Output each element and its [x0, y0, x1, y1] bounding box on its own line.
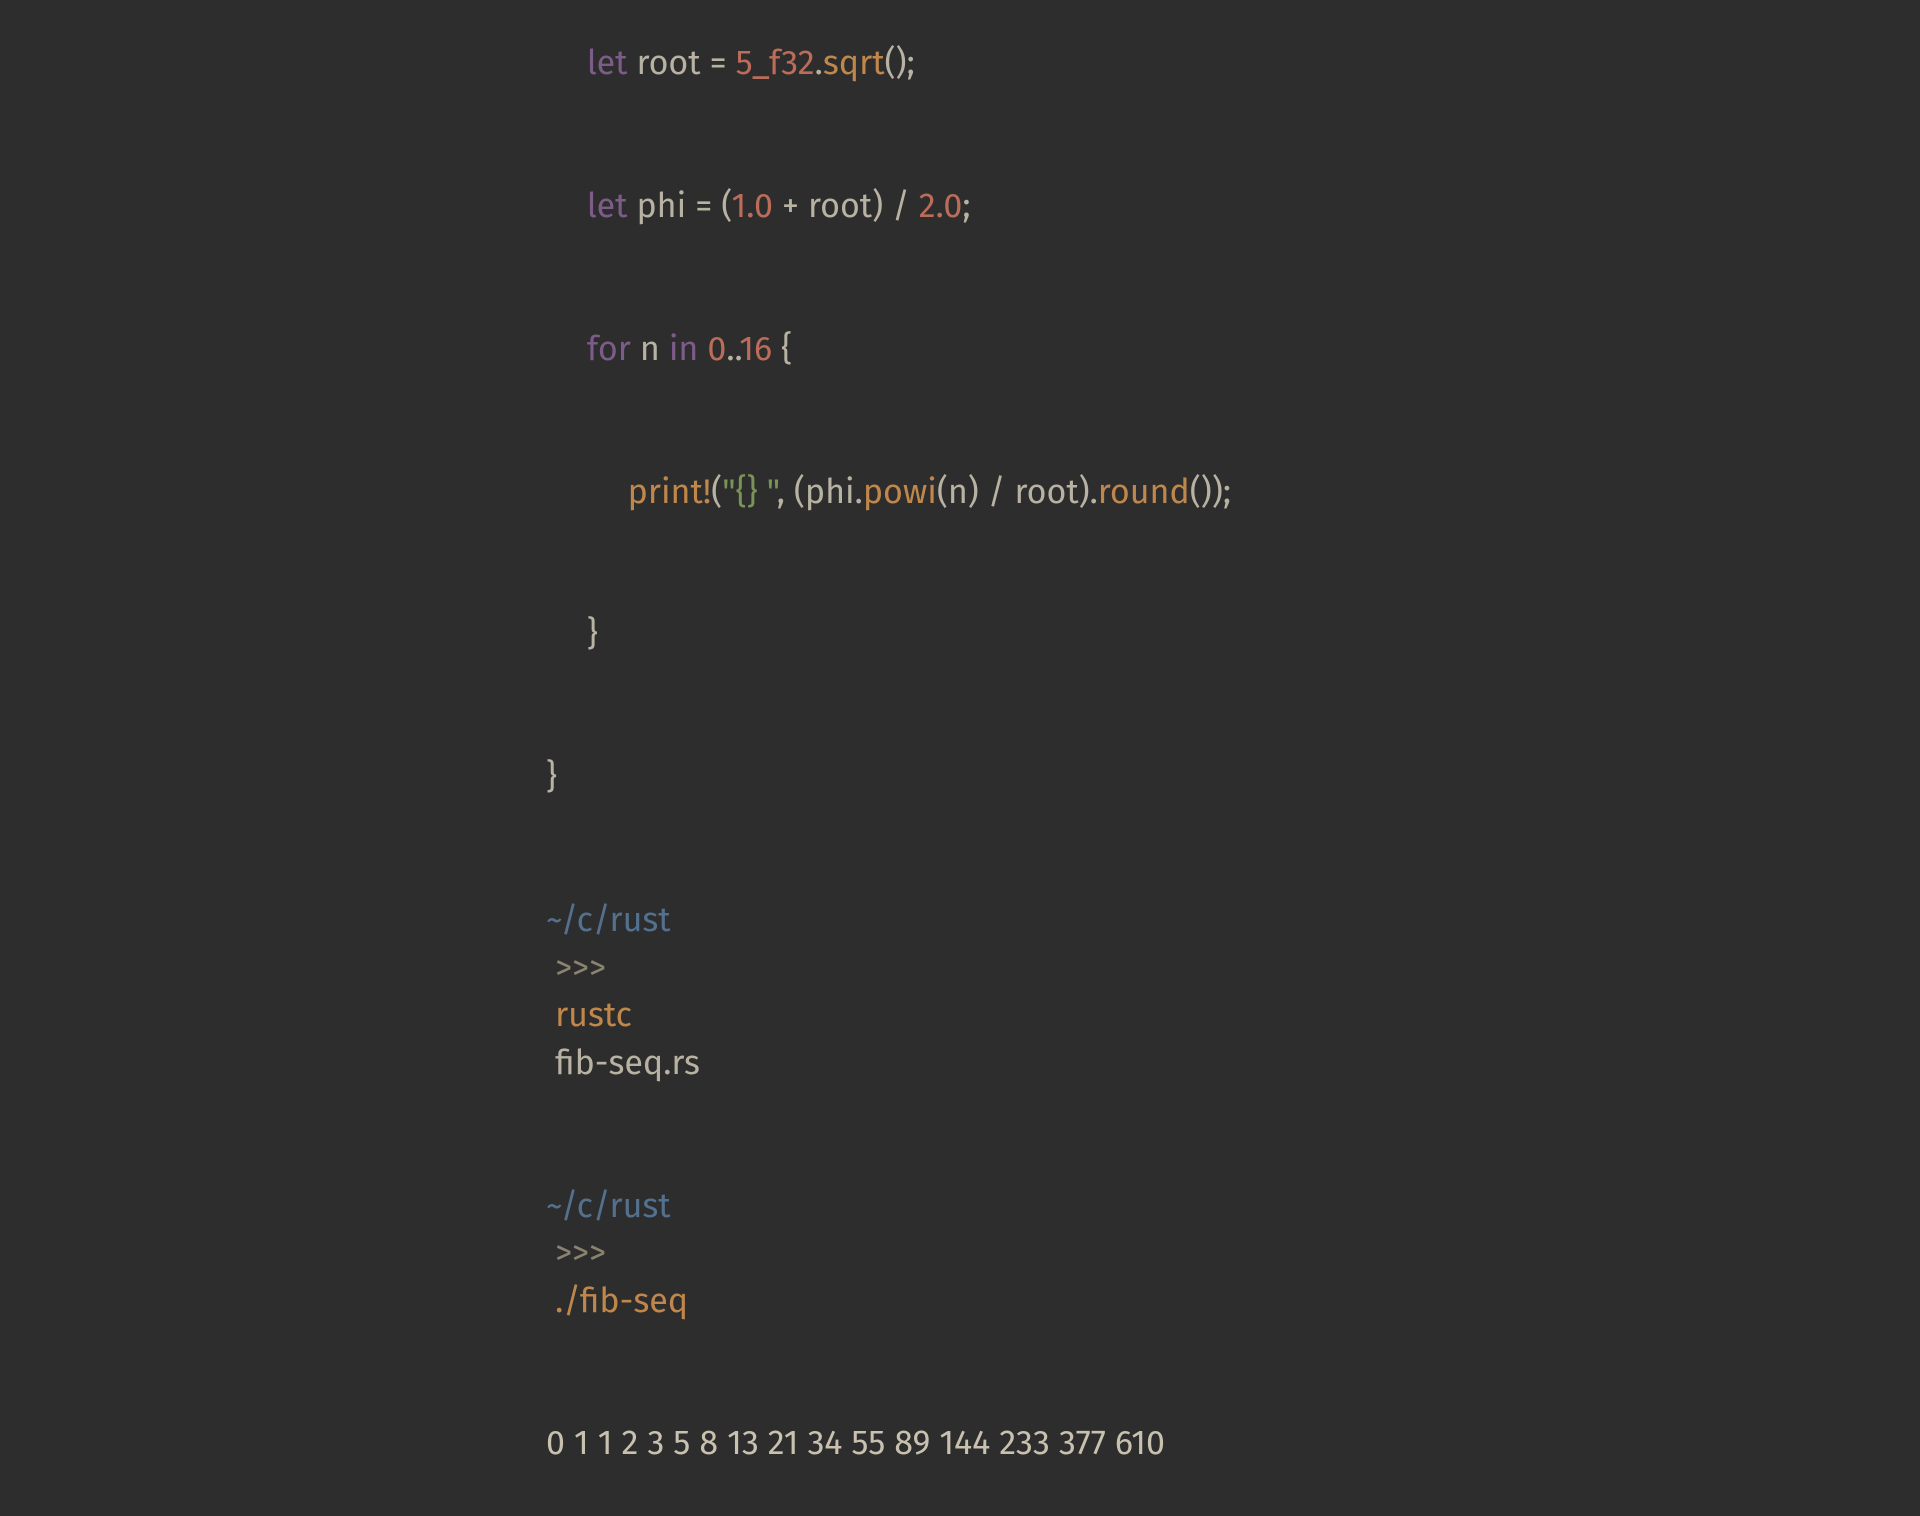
identifier: n [640, 329, 660, 370]
number-literal: 1.0 [732, 186, 773, 227]
shell-command-line: ~/c/rust >>> ./fib-seq [510, 1135, 1310, 1373]
prompt-path: ~/c/rust [546, 1186, 671, 1227]
number-literal: 2.0 [919, 186, 963, 227]
terminal-output: ~/c/rust >>> highlight --lang rust fib-s… [510, 0, 1310, 1516]
punct: } [546, 757, 557, 798]
punct: ; [962, 186, 970, 227]
number-literal: 5_f32 [736, 43, 815, 84]
code-line: } [510, 564, 1310, 707]
string-literal: "{} " [722, 472, 777, 513]
prompt-path: ~/c/rust [546, 900, 671, 941]
macro-call: print! [628, 472, 711, 513]
identifier: phi [636, 186, 686, 227]
punct: , (phi. [777, 472, 863, 513]
keyword-let: let [587, 43, 628, 84]
keyword-for: for [587, 329, 631, 370]
punct: ()); [1190, 472, 1231, 513]
punct: (n) / root). [937, 472, 1098, 513]
keyword-in: in [669, 329, 699, 370]
method-call: powi [863, 472, 937, 513]
method-call: round [1098, 472, 1190, 513]
punct: = [701, 43, 736, 84]
number-literal: 0 [707, 329, 726, 370]
code-line: let phi = (1.0 + root) / 2.0; [510, 135, 1310, 278]
prompt-marker: >>> [555, 1233, 606, 1274]
number-literal: 16 [739, 329, 772, 370]
code-line: for n in 0..16 { [510, 278, 1310, 421]
prompt-marker: >>> [555, 948, 606, 989]
code-line: let root = 5_f32.sqrt(); [510, 0, 1310, 135]
punct: ( [711, 472, 722, 513]
method-call: sqrt [823, 43, 885, 84]
punct: . [815, 43, 823, 84]
command-name: ./fib-seq [555, 1281, 688, 1322]
punct: + root) / [773, 186, 919, 227]
output-text: 0 1 1 2 3 5 8 13 21 34 55 89 144 233 377… [546, 1423, 1165, 1464]
code-line: } [510, 707, 1310, 850]
punct: = ( [686, 186, 731, 227]
code-line: print!("{} ", (phi.powi(n) / root).round… [510, 421, 1310, 564]
punct: } [587, 614, 598, 655]
identifier: root [636, 43, 700, 84]
shell-command-line: ~/c/rust >>> rustc fib-seq.rs [510, 849, 1310, 1135]
punct: { [772, 329, 792, 370]
command-name: rustc [555, 995, 632, 1036]
punct: .. [726, 329, 739, 370]
program-output: 0 1 1 2 3 5 8 13 21 34 55 89 144 233 377… [510, 1373, 1310, 1516]
command-args: fib-seq.rs [555, 1043, 700, 1084]
keyword-let: let [587, 186, 628, 227]
punct: (); [885, 43, 915, 84]
